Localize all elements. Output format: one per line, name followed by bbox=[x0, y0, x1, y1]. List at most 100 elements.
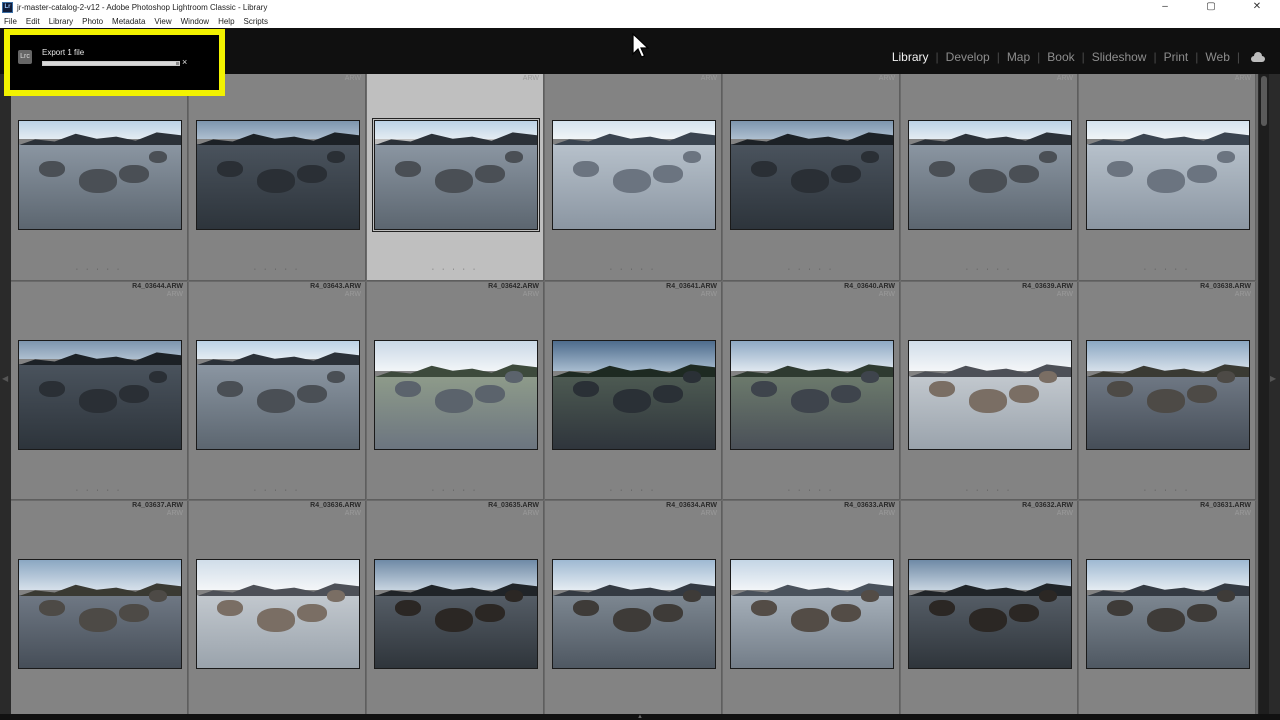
photo-thumbnail[interactable] bbox=[1086, 559, 1250, 669]
photo-thumbnail[interactable] bbox=[18, 559, 182, 669]
library-grid-area: ◀ · · · · · ARW · · · · · ARW · · · · · ARW · … bbox=[0, 74, 1280, 719]
thumbnail-rock bbox=[505, 151, 523, 163]
menu-file[interactable]: File bbox=[4, 17, 17, 26]
rating-dots[interactable]: · · · · · bbox=[11, 487, 187, 494]
window-title-bar: Lr jr-master-catalog-2-v12 - Adobe Photo… bbox=[0, 0, 1280, 15]
module-print[interactable]: Print bbox=[1157, 50, 1196, 64]
photo-thumbnail[interactable] bbox=[18, 120, 182, 230]
rating-dots[interactable]: · · · · · bbox=[901, 266, 1077, 273]
menu-library[interactable]: Library bbox=[49, 17, 73, 26]
photo-thumbnail[interactable] bbox=[196, 340, 360, 450]
grid-cell[interactable]: R4_03640.ARW ARW · · · · · bbox=[723, 282, 900, 500]
scroll-thumb[interactable] bbox=[1261, 76, 1267, 126]
right-panel-toggle[interactable]: ▶ bbox=[1270, 374, 1276, 383]
file-extension: ARW bbox=[522, 510, 539, 517]
menu-help[interactable]: Help bbox=[218, 17, 234, 26]
rating-dots[interactable]: · · · · · bbox=[367, 487, 543, 494]
file-name: R4_03643.ARW bbox=[310, 283, 361, 290]
module-develop[interactable]: Develop bbox=[939, 50, 997, 64]
thumbnail-rock bbox=[149, 371, 167, 383]
photo-thumbnail[interactable] bbox=[196, 120, 360, 230]
grid-cell[interactable]: R4_03631.ARW ARW bbox=[1079, 501, 1256, 719]
grid-cell[interactable]: ARW · · · · · bbox=[545, 74, 722, 281]
photo-thumbnail[interactable] bbox=[552, 559, 716, 669]
grid-cell[interactable]: R4_03643.ARW ARW · · · · · bbox=[189, 282, 366, 500]
grid-cell[interactable]: R4_03634.ARW ARW bbox=[545, 501, 722, 719]
menu-view[interactable]: View bbox=[154, 17, 171, 26]
cloud-icon[interactable] bbox=[1248, 51, 1272, 63]
module-map[interactable]: Map bbox=[1000, 50, 1037, 64]
rating-dots[interactable]: · · · · · bbox=[723, 266, 899, 273]
rating-dots[interactable]: · · · · · bbox=[545, 487, 721, 494]
file-name: R4_03634.ARW bbox=[666, 502, 717, 509]
photo-thumbnail[interactable] bbox=[908, 559, 1072, 669]
photo-thumbnail[interactable] bbox=[908, 120, 1072, 230]
thumbnail-rock bbox=[435, 608, 473, 632]
photo-thumbnail[interactable] bbox=[372, 118, 540, 232]
menu-window[interactable]: Window bbox=[181, 17, 209, 26]
minimize-button[interactable]: – bbox=[1142, 0, 1188, 15]
rating-dots[interactable]: · · · · · bbox=[901, 487, 1077, 494]
file-name: R4_03637.ARW bbox=[132, 502, 183, 509]
module-library[interactable]: Library bbox=[885, 50, 936, 64]
photo-thumbnail[interactable] bbox=[908, 340, 1072, 450]
photo-thumbnail[interactable] bbox=[730, 120, 894, 230]
photo-thumbnail[interactable] bbox=[730, 559, 894, 669]
photo-thumbnail[interactable] bbox=[552, 340, 716, 450]
grid-cell[interactable]: ARW · · · · · bbox=[901, 74, 1078, 281]
thumbnail-rock bbox=[751, 161, 777, 177]
menu-photo[interactable]: Photo bbox=[82, 17, 103, 26]
module-book[interactable]: Book bbox=[1040, 50, 1081, 64]
photo-thumbnail[interactable] bbox=[196, 559, 360, 669]
photo-thumbnail[interactable] bbox=[730, 340, 894, 450]
grid-cell[interactable]: R4_03639.ARW ARW · · · · · bbox=[901, 282, 1078, 500]
menu-scripts[interactable]: Scripts bbox=[244, 17, 268, 26]
photo-thumbnail[interactable] bbox=[1086, 120, 1250, 230]
filmstrip-toggle[interactable]: ▲ bbox=[637, 714, 643, 720]
maximize-button[interactable]: ▢ bbox=[1188, 0, 1234, 15]
grid-cell[interactable]: ARW · · · · · bbox=[723, 74, 900, 281]
rating-dots[interactable]: · · · · · bbox=[1079, 266, 1255, 273]
photo-thumbnail[interactable] bbox=[552, 120, 716, 230]
thumbnail-rock bbox=[217, 600, 243, 616]
left-panel-toggle[interactable]: ◀ bbox=[2, 374, 8, 383]
photo-thumbnail[interactable] bbox=[374, 340, 538, 450]
thumbnail-rock bbox=[1187, 604, 1217, 622]
grid-cell[interactable]: R4_03635.ARW ARW bbox=[367, 501, 544, 719]
rating-dots[interactable]: · · · · · bbox=[723, 487, 899, 494]
grid-cell[interactable]: ARW · · · · · bbox=[367, 74, 544, 281]
grid-cell[interactable]: R4_03638.ARW ARW · · · · · bbox=[1079, 282, 1256, 500]
file-extension: ARW bbox=[166, 510, 183, 517]
grid-cell[interactable]: ARW · · · · · bbox=[1079, 74, 1256, 281]
menu-metadata[interactable]: Metadata bbox=[112, 17, 145, 26]
grid-cell[interactable]: R4_03642.ARW ARW · · · · · bbox=[367, 282, 544, 500]
rating-dots[interactable]: · · · · · bbox=[545, 266, 721, 273]
module-slideshow[interactable]: Slideshow bbox=[1085, 50, 1154, 64]
rating-dots[interactable]: · · · · · bbox=[189, 487, 365, 494]
rating-dots[interactable]: · · · · · bbox=[11, 266, 187, 273]
file-extension: ARW bbox=[522, 75, 539, 82]
grid-scrollbar[interactable] bbox=[1259, 74, 1269, 714]
photo-thumbnail[interactable] bbox=[18, 340, 182, 450]
thumbnail-rock bbox=[475, 385, 505, 403]
grid-cell[interactable]: ARW · · · · · bbox=[189, 74, 366, 281]
photo-thumbnail[interactable] bbox=[1086, 340, 1250, 450]
grid-cell[interactable]: R4_03632.ARW ARW bbox=[901, 501, 1078, 719]
grid-cell[interactable]: R4_03633.ARW ARW bbox=[723, 501, 900, 719]
thumbnail-rock bbox=[1009, 165, 1039, 183]
close-window-button[interactable]: ✕ bbox=[1234, 0, 1280, 15]
file-extension: ARW bbox=[878, 291, 895, 298]
rating-dots[interactable]: · · · · · bbox=[1079, 487, 1255, 494]
menu-edit[interactable]: Edit bbox=[26, 17, 40, 26]
grid-cell[interactable]: R4_03636.ARW ARW bbox=[189, 501, 366, 719]
module-web[interactable]: Web bbox=[1198, 50, 1236, 64]
grid-cell[interactable]: R4_03644.ARW ARW · · · · · bbox=[11, 282, 188, 500]
grid-cell[interactable]: · · · · · bbox=[11, 74, 188, 281]
photo-thumbnail[interactable] bbox=[374, 559, 538, 669]
export-progress-label: Export 1 file bbox=[42, 48, 85, 57]
rating-dots[interactable]: · · · · · bbox=[189, 266, 365, 273]
grid-cell[interactable]: R4_03641.ARW ARW · · · · · bbox=[545, 282, 722, 500]
grid-cell[interactable]: R4_03637.ARW ARW bbox=[11, 501, 188, 719]
close-icon[interactable]: × bbox=[182, 57, 187, 67]
rating-dots[interactable]: · · · · · bbox=[367, 266, 543, 273]
